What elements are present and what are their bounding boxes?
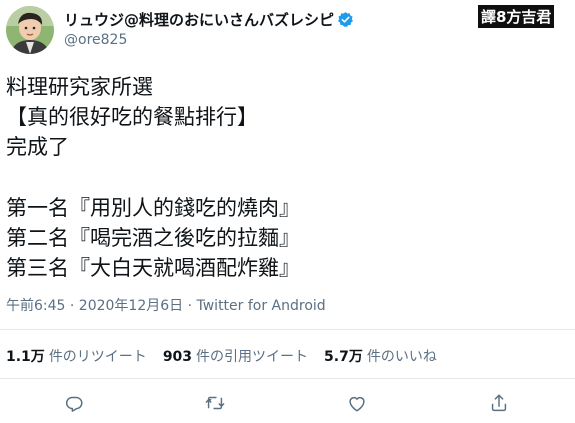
display-name[interactable]: リュウジ@料理のおにいさんバズレシピ — [64, 9, 334, 30]
likes-stat[interactable]: 5.7万 件のいいね — [324, 346, 437, 366]
divider — [0, 378, 575, 379]
quotes-label: 件の引用ツイート — [196, 349, 309, 365]
tweet-stats: 1.1万 件のリツイート 903 件の引用ツイート 5.7万 件のいいね — [6, 346, 453, 366]
tweet-line: 第二名『喝完酒之後吃的拉麵』 — [6, 226, 300, 250]
quotes-count: 903 — [162, 349, 193, 365]
tweet-line: 第一名『用別人的錢吃的燒肉』 — [6, 196, 300, 220]
tweet-text: 料理研究家所選 【真的很好吃的餐點排行】 完成了 第一名『用別人的錢吃的燒肉』 … — [6, 72, 300, 283]
tweet-line: 【真的很好吃的餐點排行】 — [6, 105, 258, 129]
translator-watermark: 譯8方吉君 — [478, 4, 555, 28]
retweets-count: 1.1万 — [6, 349, 45, 365]
tweet-timestamp[interactable]: 午前6:45 · 2020年12月6日 · Twitter for Androi… — [6, 295, 326, 315]
quotes-stat[interactable]: 903 件の引用ツイート — [163, 346, 308, 366]
user-handle[interactable]: @ore825 — [64, 32, 127, 48]
watermark-text: 譯8方吉君 — [478, 4, 555, 28]
display-name-row[interactable]: リュウジ@料理のおにいさんバズレシピ — [64, 9, 354, 30]
reply-icon[interactable] — [63, 392, 85, 414]
avatar-image — [6, 6, 54, 54]
retweets-stat[interactable]: 1.1万 件のリツイート — [6, 346, 147, 366]
retweets-label: 件のリツイート — [48, 349, 147, 365]
likes-label: 件のいいね — [366, 349, 437, 365]
divider — [0, 329, 575, 330]
like-icon[interactable] — [346, 392, 368, 414]
tweet-action-bar — [0, 392, 575, 416]
tweet-line: 完成了 — [6, 135, 69, 159]
verified-badge-icon — [337, 11, 354, 28]
share-icon[interactable] — [488, 392, 510, 414]
likes-count: 5.7万 — [324, 349, 363, 365]
tweet-line: 第三名『大白天就喝酒配炸雞』 — [6, 256, 300, 280]
user-avatar[interactable] — [6, 6, 54, 54]
tweet-line: 料理研究家所選 — [6, 75, 153, 99]
retweet-icon[interactable] — [204, 392, 226, 414]
